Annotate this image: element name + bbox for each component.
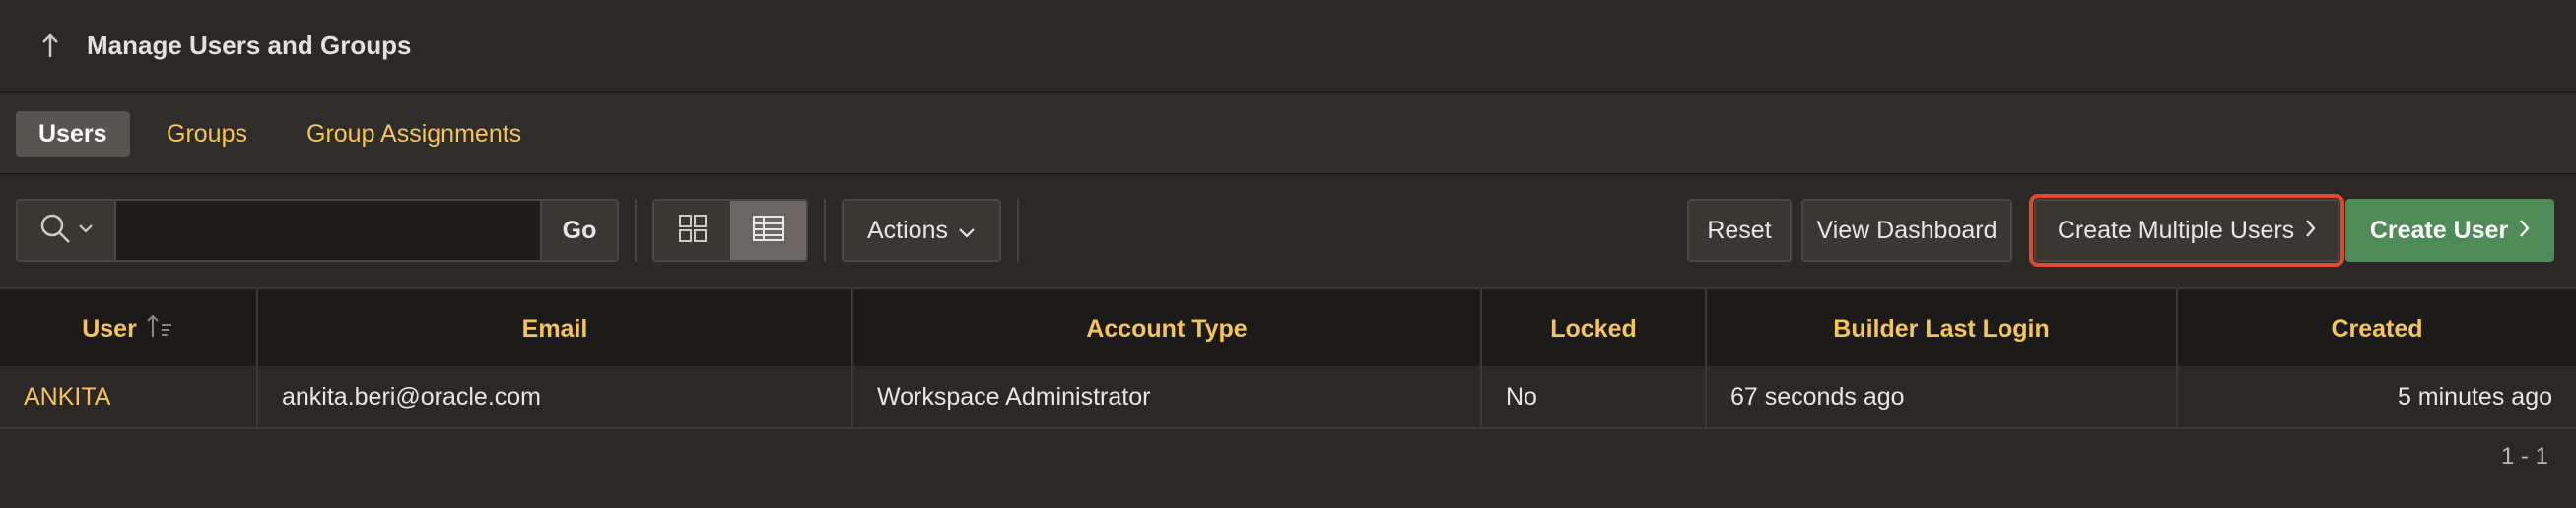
create-user-label: Create User bbox=[2369, 216, 2509, 244]
search-input[interactable] bbox=[116, 201, 540, 260]
arrow-up-icon[interactable] bbox=[35, 27, 65, 66]
tab-groups[interactable]: Groups bbox=[144, 111, 270, 157]
column-header-user[interactable]: User bbox=[0, 289, 258, 368]
locked-cell: No bbox=[1482, 366, 1707, 427]
create-multiple-users-label: Create Multiple Users bbox=[2057, 216, 2295, 244]
grid-view-button[interactable] bbox=[654, 201, 730, 260]
toolbar-divider bbox=[824, 199, 826, 262]
builder-last-login-cell: 67 seconds ago bbox=[1707, 366, 2178, 427]
report-toolbar: Go Actions Reset View Dashboard Create M… bbox=[0, 177, 2576, 286]
search-column-selector[interactable] bbox=[18, 201, 116, 260]
page: Manage Users and Groups Users Groups Gro… bbox=[0, 0, 2576, 508]
search-bar: Go bbox=[16, 199, 619, 262]
search-icon bbox=[38, 212, 72, 250]
region-header: Manage Users and Groups bbox=[0, 0, 2576, 93]
tab-group-assignments[interactable]: Group Assignments bbox=[284, 111, 544, 157]
grid-view-icon bbox=[678, 214, 708, 248]
pagination-info: 1 - 1 bbox=[2500, 443, 2548, 470]
go-button[interactable]: Go bbox=[540, 201, 617, 260]
reset-button[interactable]: Reset bbox=[1687, 199, 1792, 262]
created-cell: 5 minutes ago bbox=[2397, 382, 2552, 411]
column-header-builder-last-login[interactable]: Builder Last Login bbox=[1707, 289, 2178, 368]
chevron-right-icon bbox=[2518, 217, 2530, 245]
actions-menu-button[interactable]: Actions bbox=[842, 199, 1001, 262]
table-row: ANKITA ankita.beri@oracle.com Workspace … bbox=[0, 366, 2576, 429]
tab-users[interactable]: Users bbox=[16, 111, 130, 157]
column-header-email[interactable]: Email bbox=[258, 289, 853, 368]
create-multiple-users-button[interactable]: Create Multiple Users bbox=[2029, 194, 2344, 267]
toolbar-divider bbox=[1017, 199, 1019, 262]
page-title: Manage Users and Groups bbox=[87, 31, 412, 60]
account-type-cell: Workspace Administrator bbox=[853, 366, 1482, 427]
table-header-row: User Email Account Type Locked Builder L… bbox=[0, 287, 2576, 368]
user-link[interactable]: ANKITA bbox=[0, 366, 258, 427]
toolbar-divider bbox=[635, 199, 637, 262]
view-switcher bbox=[652, 199, 808, 262]
sort-ascending-icon bbox=[145, 313, 174, 346]
report-view-icon bbox=[752, 215, 785, 247]
report-view-button[interactable] bbox=[730, 201, 806, 260]
chevron-down-icon bbox=[78, 222, 94, 239]
column-header-account-type[interactable]: Account Type bbox=[853, 289, 1482, 368]
column-header-created[interactable]: Created bbox=[2178, 289, 2576, 368]
view-dashboard-button[interactable]: View Dashboard bbox=[1801, 199, 2012, 262]
chevron-right-icon bbox=[2304, 217, 2316, 245]
actions-label: Actions bbox=[867, 216, 948, 244]
column-header-locked[interactable]: Locked bbox=[1482, 289, 1707, 368]
create-user-button[interactable]: Create User bbox=[2345, 199, 2554, 262]
chevron-down-icon bbox=[958, 217, 976, 245]
tab-bar: Users Groups Group Assignments bbox=[0, 95, 2576, 175]
email-cell: ankita.beri@oracle.com bbox=[258, 366, 853, 427]
